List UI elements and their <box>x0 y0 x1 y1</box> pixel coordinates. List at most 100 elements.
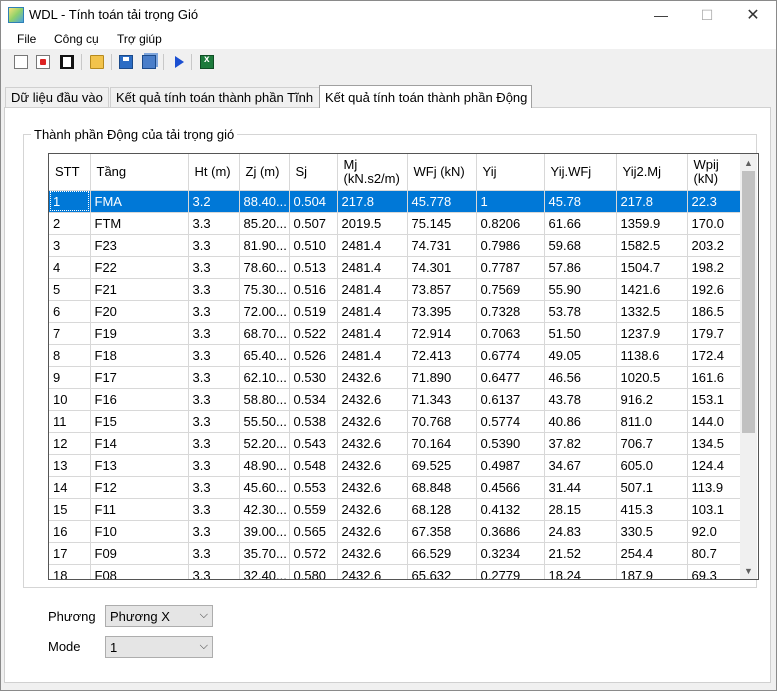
table-cell[interactable]: 0.7569 <box>476 278 545 301</box>
table-cell[interactable]: 179.7 <box>687 322 741 345</box>
table-cell[interactable]: 65.632 <box>407 564 477 579</box>
table-cell[interactable]: 0.526 <box>289 344 338 367</box>
table-cell[interactable]: 0.534 <box>289 388 338 411</box>
table-row[interactable]: 11 F15 3.3 55.50... 0.538 2432.6 70.768 0.5774 4… <box>49 410 741 433</box>
table-cell[interactable]: 217.8 <box>616 190 688 213</box>
table-cell[interactable]: F09 <box>90 542 189 565</box>
open-pdf-icon[interactable] <box>34 53 52 71</box>
table-cell[interactable]: F20 <box>90 300 189 323</box>
run-icon[interactable] <box>170 53 188 71</box>
table-cell[interactable]: 3.3 <box>188 542 240 565</box>
table-cell[interactable]: 2432.6 <box>337 410 408 433</box>
table-cell[interactable]: 187.9 <box>616 564 688 579</box>
table-cell[interactable]: F11 <box>90 498 189 521</box>
table-cell[interactable]: 6 <box>49 300 91 323</box>
column-header[interactable]: Yij.WFj <box>544 154 617 191</box>
table-cell[interactable]: 67.358 <box>407 520 477 543</box>
table-cell[interactable]: 507.1 <box>616 476 688 499</box>
table-cell[interactable]: 2432.6 <box>337 454 408 477</box>
table-cell[interactable]: 0.572 <box>289 542 338 565</box>
table-cell[interactable]: 43.78 <box>544 388 617 411</box>
table-cell[interactable]: 59.68 <box>544 234 617 257</box>
table-cell[interactable]: 2481.4 <box>337 278 408 301</box>
table-cell[interactable]: 1504.7 <box>616 256 688 279</box>
table-cell[interactable]: 2432.6 <box>337 542 408 565</box>
table-cell[interactable]: 3.3 <box>188 476 240 499</box>
table-cell[interactable]: 55.50... <box>239 410 290 433</box>
table-cell[interactable]: 22.3 <box>687 190 741 213</box>
table-cell[interactable]: 62.10... <box>239 366 290 389</box>
table-cell[interactable]: F10 <box>90 520 189 543</box>
table-cell[interactable]: 1582.5 <box>616 234 688 257</box>
tab-dynamic-results[interactable]: Kết quả tính toán thành phần Động <box>319 85 532 108</box>
column-header[interactable]: Wpij (kN) <box>687 154 741 191</box>
table-cell[interactable]: 3.3 <box>188 388 240 411</box>
table-cell[interactable]: 70.768 <box>407 410 477 433</box>
table-cell[interactable]: 1237.9 <box>616 322 688 345</box>
table-cell[interactable]: 1359.9 <box>616 212 688 235</box>
table-cell[interactable]: 0.548 <box>289 454 338 477</box>
table-cell[interactable]: 0.5774 <box>476 410 545 433</box>
table-cell[interactable]: 12 <box>49 432 91 455</box>
table-cell[interactable]: 2481.4 <box>337 322 408 345</box>
scroll-up-icon[interactable]: ▲ <box>740 154 757 171</box>
table-cell[interactable]: 0.6477 <box>476 366 545 389</box>
table-cell[interactable]: 69.3 <box>687 564 741 579</box>
table-cell[interactable]: 3.3 <box>188 564 240 579</box>
table-row[interactable]: 10 F16 3.3 58.80... 0.534 2432.6 71.343 0.6137 4… <box>49 388 741 411</box>
table-cell[interactable]: 58.80... <box>239 388 290 411</box>
table-cell[interactable]: 0.7063 <box>476 322 545 345</box>
table-row[interactable]: 12 F14 3.3 52.20... 0.543 2432.6 70.164 0.5390 3… <box>49 432 741 455</box>
column-header[interactable]: Sj <box>289 154 338 191</box>
table-cell[interactable]: 68.848 <box>407 476 477 499</box>
tab-input-data[interactable]: Dữ liệu đầu vào <box>5 87 109 107</box>
table-cell[interactable]: 42.30... <box>239 498 290 521</box>
table-cell[interactable]: 3.3 <box>188 300 240 323</box>
menu-tools[interactable]: Công cụ <box>54 32 99 46</box>
maximize-button[interactable]: ☐ <box>684 1 730 29</box>
table-cell[interactable]: 14 <box>49 476 91 499</box>
table-cell[interactable]: 0.519 <box>289 300 338 323</box>
table-cell[interactable]: 330.5 <box>616 520 688 543</box>
table-cell[interactable]: F22 <box>90 256 189 279</box>
table-cell[interactable]: 2432.6 <box>337 476 408 499</box>
table-cell[interactable]: F12 <box>90 476 189 499</box>
table-cell[interactable]: 2432.6 <box>337 432 408 455</box>
table-cell[interactable]: 916.2 <box>616 388 688 411</box>
table-cell[interactable]: 8 <box>49 344 91 367</box>
table-cell[interactable]: 0.6774 <box>476 344 545 367</box>
table-cell[interactable]: F14 <box>90 432 189 455</box>
table-cell[interactable]: 0.6137 <box>476 388 545 411</box>
table-cell[interactable]: 3.3 <box>188 366 240 389</box>
table-cell[interactable]: 68.128 <box>407 498 477 521</box>
table-cell[interactable]: 2432.6 <box>337 498 408 521</box>
table-cell[interactable]: 1421.6 <box>616 278 688 301</box>
table-cell[interactable]: 1020.5 <box>616 366 688 389</box>
table-cell[interactable]: 49.05 <box>544 344 617 367</box>
menu-file[interactable]: File <box>17 32 36 46</box>
table-cell[interactable]: 0.530 <box>289 366 338 389</box>
table-cell[interactable]: 0.507 <box>289 212 338 235</box>
table-cell[interactable]: 0.513 <box>289 256 338 279</box>
table-cell[interactable]: 40.86 <box>544 410 617 433</box>
table-cell[interactable]: 153.1 <box>687 388 741 411</box>
table-cell[interactable]: 0.5390 <box>476 432 545 455</box>
table-cell[interactable]: 0.553 <box>289 476 338 499</box>
table-cell[interactable]: 55.90 <box>544 278 617 301</box>
table-cell[interactable]: 74.301 <box>407 256 477 279</box>
table-cell[interactable]: 192.6 <box>687 278 741 301</box>
minimize-button[interactable]: — <box>638 1 684 29</box>
table-cell[interactable]: F21 <box>90 278 189 301</box>
table-cell[interactable]: 3.3 <box>188 278 240 301</box>
results-grid[interactable]: STT Tầng Ht (m) Zj (m) Sj Mj (kN.s2/m) WFj (kN… <box>48 153 759 580</box>
table-cell[interactable]: 0.7787 <box>476 256 545 279</box>
table-cell[interactable]: 75.145 <box>407 212 477 235</box>
table-cell[interactable]: 73.857 <box>407 278 477 301</box>
table-cell[interactable]: 172.4 <box>687 344 741 367</box>
table-cell[interactable]: 74.731 <box>407 234 477 257</box>
table-cell[interactable]: 2481.4 <box>337 300 408 323</box>
table-cell[interactable]: 170.0 <box>687 212 741 235</box>
table-cell[interactable]: 3.3 <box>188 432 240 455</box>
table-cell[interactable]: 186.5 <box>687 300 741 323</box>
table-row[interactable]: 7 F19 3.3 68.70... 0.522 2481.4 72.914 0.7063 51… <box>49 322 741 345</box>
